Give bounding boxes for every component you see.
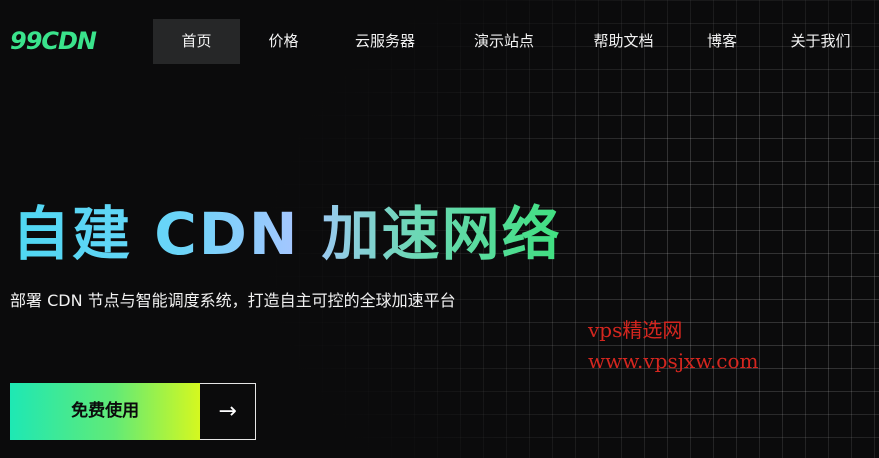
logo[interactable]: 99CDN [10, 27, 97, 55]
hero-subtitle: 部署 CDN 节点与智能调度系统，打造自主可控的全球加速平台 [10, 291, 456, 310]
watermark-url: www.vpsjxw.com [588, 349, 759, 373]
arrow-right-icon[interactable]: → [200, 383, 256, 440]
nav-item-cloud-server[interactable]: 云服务器 [327, 19, 443, 64]
watermark: vps精选网 www.vpsjxw.com [588, 314, 759, 373]
hero-title: 自建 CDN 加速网络 [12, 187, 562, 271]
free-trial-cta[interactable]: 免费使用 → [10, 383, 256, 440]
nav-item-demo-sites[interactable]: 演示站点 [443, 19, 565, 64]
site-header: 99CDN 首页 价格 云服务器 演示站点 帮助文档 博客 关于我们 [0, 0, 879, 84]
nav-item-blog[interactable]: 博客 [682, 19, 762, 64]
main-nav: 首页 价格 云服务器 演示站点 帮助文档 博客 关于我们 [153, 19, 879, 64]
nav-item-pricing[interactable]: 价格 [240, 19, 327, 64]
nav-item-home[interactable]: 首页 [153, 19, 240, 64]
nav-item-help-docs[interactable]: 帮助文档 [565, 19, 682, 64]
watermark-site-name: vps精选网 [588, 318, 683, 342]
nav-item-about-us[interactable]: 关于我们 [762, 19, 879, 64]
free-trial-button[interactable]: 免费使用 [10, 383, 201, 440]
